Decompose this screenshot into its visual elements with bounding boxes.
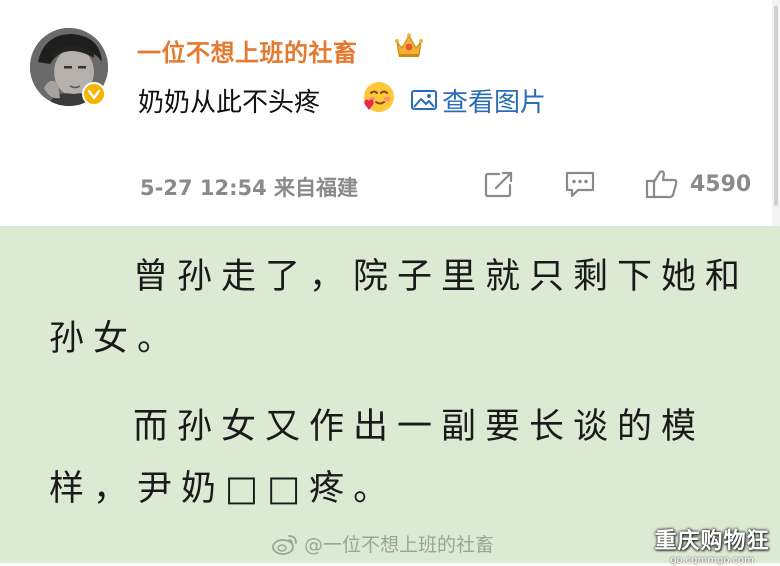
crown-icon [395,33,423,57]
weibo-post-card: 一位不想上班的社畜 奶奶从此不头疼 查看图片 5-27 12:54 来自福建 4… [0,0,772,220]
verified-badge-icon [82,82,106,106]
scrollbar-thumb[interactable] [774,6,778,206]
smitten-face-emoji-icon [364,82,394,112]
site-watermark-name: 重庆购物狂 [654,529,770,554]
comment-button[interactable] [563,166,597,202]
post-timestamp-source: 5-27 12:54 来自福建 [140,176,359,200]
share-icon [484,171,513,198]
reader-paragraph: 曾孙走了，院子里就只剩下她和孙女。 [49,257,750,359]
like-count: 4590 [690,171,752,197]
site-watermark-url: go.cqmmgo.com [670,555,754,566]
reader-paragraph: 而孙女又作出一副要长谈的模样，尹奶□□疼。 [49,407,706,509]
view-image-label: 查看图片 [442,87,547,118]
share-button[interactable] [483,166,515,202]
like-button[interactable]: 4590 [644,166,751,202]
image-icon [411,90,437,110]
weibo-watermark-text: @一位不想上班的社畜 [304,534,495,556]
reader-page-image: 曾孙走了，院子里就只剩下她和孙女。 而孙女又作出一副要长谈的模样，尹奶□□疼。 … [0,226,780,566]
weibo-watermark: @一位不想上班的社畜 [272,530,494,557]
view-image-link[interactable]: 查看图片 [410,83,547,118]
thumbs-up-icon [645,170,678,199]
post-text: 奶奶从此不头疼 [138,88,321,118]
scrollbar[interactable] [772,0,780,226]
comment-icon [565,171,595,198]
weibo-logo-icon [272,534,297,555]
username-link[interactable]: 一位不想上班的社畜 [137,33,358,68]
site-watermark: 重庆购物狂 go.cqmmgo.com [648,523,776,566]
